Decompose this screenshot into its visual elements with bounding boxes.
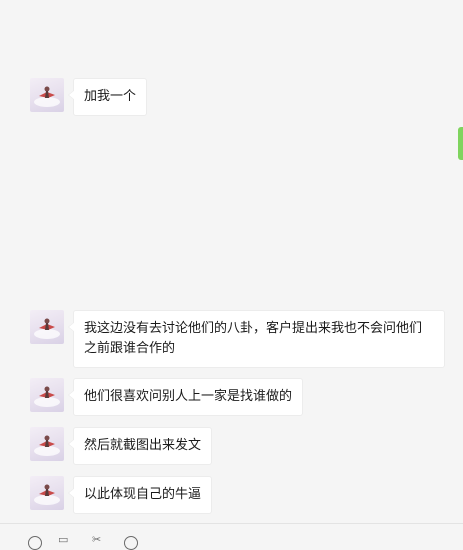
message-text: 我这边没有去讨论他们的八卦，客户提出来我也不会问他们之前跟谁合作的 [84,321,423,356]
input-toolbar: ▭ ✂ [0,523,463,550]
sender-avatar[interactable] [30,378,64,412]
sender-avatar[interactable] [30,310,64,344]
message-text: 以此体现自己的牛逼 [84,487,202,502]
sender-avatar[interactable] [30,78,64,112]
scissors-icon[interactable]: ✂ [92,534,101,545]
chat-message: 我这边没有去讨论他们的八卦，客户提出来我也不会问他们之前跟谁合作的 [30,310,445,368]
message-text: 他们很喜欢问别人上一家是找谁做的 [84,389,293,404]
message-bubble[interactable]: 他们很喜欢问别人上一家是找谁做的 [67,378,304,416]
message-bubble[interactable]: 然后就截图出来发文 [67,427,213,465]
message-bubble[interactable]: 以此体现自己的牛逼 [67,476,213,514]
message-text: 加我一个 [84,89,137,104]
chat-message-area[interactable]: 加我一个 我这边没有去讨论他们的八卦，客户提出来我也不会问他们之前跟谁合作的 他… [0,0,463,523]
chat-message: 以此体现自己的牛逼 [30,476,213,514]
chat-message: 他们很喜欢问别人上一家是找谁做的 [30,378,304,416]
message-bubble[interactable]: 我这边没有去讨论他们的八卦，客户提出来我也不会问他们之前跟谁合作的 [68,310,445,368]
chat-history-icon[interactable] [124,536,138,550]
emoji-icon[interactable] [28,536,42,550]
chat-message: 加我一个 [30,78,148,116]
scroll-indicator[interactable] [458,127,463,160]
message-text: 然后就截图出来发文 [84,438,202,453]
message-bubble[interactable]: 加我一个 [67,78,148,116]
sender-avatar[interactable] [30,476,64,510]
sender-avatar[interactable] [30,427,64,461]
folder-icon[interactable]: ▭ [58,534,68,545]
chat-message: 然后就截图出来发文 [30,427,213,465]
